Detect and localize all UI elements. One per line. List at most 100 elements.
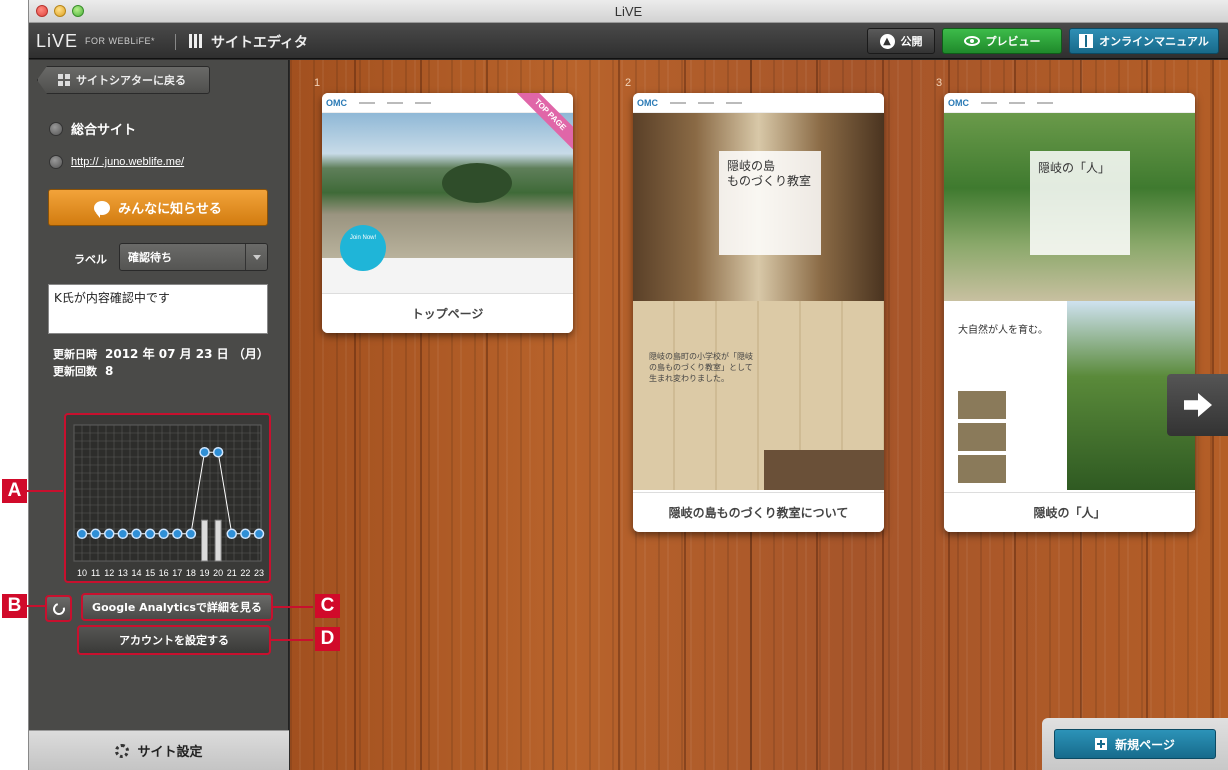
page-card-workshop[interactable]: OMC 隠岐の島 ものづくり教室 隠岐の島町の小学校が「隠岐の島ものづくり教室」… bbox=[633, 93, 884, 532]
eye-icon bbox=[963, 36, 980, 46]
site-name: 総合サイト bbox=[71, 123, 137, 138]
page-card-top[interactable]: OMC Join Now! TOP PAGE トップページ bbox=[322, 93, 573, 333]
site-name-row: 総合サイト bbox=[49, 119, 136, 138]
online-manual-button[interactable]: オンラインマニュアル bbox=[1069, 28, 1219, 54]
chart-tick-label: 11 bbox=[91, 568, 100, 578]
site-settings-button[interactable]: サイト設定 bbox=[29, 730, 289, 770]
access-chart-svg: 10 11 12 13 14 15 16 17 18 19 20 21 22 23 bbox=[73, 424, 265, 578]
chart-point bbox=[212, 446, 224, 458]
app-window: LiVE LiVE FOR WEBLiFE* サイトエディタ ▲ 公開 プレビュ… bbox=[28, 0, 1228, 770]
chart-point bbox=[117, 528, 129, 540]
page-thumbnail-people: OMC 隠岐の「人」 大自然が人を育む。 bbox=[944, 93, 1195, 490]
new-page-button[interactable]: 新規ページ bbox=[1054, 729, 1216, 759]
omc-logo: OMC bbox=[637, 97, 658, 108]
back-label: サイトシアターに戻る bbox=[76, 74, 186, 87]
updated-date-label: 更新日時 bbox=[53, 348, 97, 361]
chart-bar bbox=[201, 519, 209, 562]
label-select-value: 確認待ち bbox=[128, 251, 172, 264]
page-number-1: 1 bbox=[314, 77, 321, 89]
publish-icon: ▲ bbox=[879, 33, 895, 49]
notify-everyone-button[interactable]: みんなに知らせる bbox=[48, 189, 268, 226]
chart-tick-label: 12 bbox=[104, 568, 114, 578]
tree-shape bbox=[442, 163, 512, 203]
chart-tick-label: 22 bbox=[240, 568, 250, 578]
chart-tick-label: 13 bbox=[118, 568, 128, 578]
omc-logo: OMC bbox=[948, 97, 969, 108]
marker-a: A bbox=[2, 479, 27, 503]
chevron-down-icon bbox=[245, 244, 267, 270]
chart-tick-label: 17 bbox=[172, 568, 182, 578]
chart-point bbox=[199, 446, 210, 458]
forest-photo: 隠岐の「人」 bbox=[944, 113, 1195, 301]
title-bar: LiVE bbox=[29, 0, 1228, 23]
refresh-button[interactable] bbox=[45, 595, 72, 622]
publish-label: 公開 bbox=[900, 35, 923, 48]
book-icon bbox=[1079, 34, 1094, 48]
sidebar: サイトシアターに戻る 総合サイト http:// .juno.weblife.m… bbox=[29, 60, 289, 770]
site-settings-label: サイト設定 bbox=[137, 745, 203, 760]
speech-bubble-icon bbox=[94, 200, 111, 218]
chart-bar bbox=[214, 519, 222, 562]
chart-plot-area bbox=[73, 424, 262, 562]
marker-c-leader bbox=[273, 606, 313, 608]
marker-b-leader bbox=[27, 605, 45, 607]
page-caption-people: 隠岐の「人」 bbox=[944, 492, 1195, 532]
chart-point bbox=[131, 528, 142, 540]
workshop-overlay-sub: 隠岐の島町の小学校が「隠岐の島ものづくり教室」として生まれ変わりました。 bbox=[649, 352, 753, 383]
site-url-row: http:// .juno.weblife.me/ bbox=[49, 155, 184, 169]
account-settings-button[interactable]: アカウントを設定する bbox=[77, 625, 271, 655]
google-analytics-button[interactable]: Google Analyticsで詳細を見る bbox=[81, 593, 273, 621]
chart-point bbox=[103, 528, 115, 540]
chart-point bbox=[240, 528, 251, 540]
hero-photo: Join Now! bbox=[322, 113, 573, 271]
new-page-panel: 新規ページ bbox=[1042, 718, 1228, 770]
corridor-photo: 隠岐の島 ものづくり教室 bbox=[633, 113, 884, 301]
notify-label: みんなに知らせる bbox=[118, 202, 222, 217]
omc-logo: OMC bbox=[326, 97, 347, 108]
chart-point bbox=[172, 528, 183, 540]
preview-button[interactable]: プレビュー bbox=[942, 28, 1062, 54]
marker-b: B bbox=[2, 594, 27, 618]
access-chart: 10 11 12 13 14 15 16 17 18 19 20 21 22 23 bbox=[64, 413, 271, 583]
label-select[interactable]: 確認待ち bbox=[119, 243, 268, 271]
update-count-label: 更新回数 bbox=[53, 365, 97, 378]
refresh-icon bbox=[50, 600, 67, 617]
chart-point bbox=[253, 528, 265, 540]
chart-point bbox=[185, 528, 197, 540]
back-to-theater-button[interactable]: サイトシアターに戻る bbox=[37, 66, 210, 94]
chart-tick-label: 10 bbox=[77, 568, 87, 578]
preview-label: プレビュー bbox=[985, 35, 1041, 48]
chart-point bbox=[158, 528, 169, 540]
page-caption-top: トップページ bbox=[322, 293, 573, 333]
new-page-label: 新規ページ bbox=[1115, 737, 1175, 752]
thumbnail-stack bbox=[958, 391, 1006, 486]
update-count: 8 bbox=[105, 364, 114, 378]
site-url-link[interactable]: http:// .juno.weblife.me/ bbox=[71, 156, 184, 168]
label-caption: ラベル bbox=[74, 253, 107, 266]
next-pages-button[interactable] bbox=[1167, 374, 1228, 436]
page-card-people[interactable]: OMC 隠岐の「人」 大自然が人を育む。 隠岐の「人」 bbox=[944, 93, 1195, 532]
memo-textarea[interactable]: K氏が内容確認中です bbox=[48, 284, 268, 334]
chart-tick-label: 23 bbox=[254, 568, 264, 578]
arrow-right-icon bbox=[1184, 393, 1212, 417]
join-now-badge: Join Now! bbox=[340, 225, 386, 271]
url-globe-icon bbox=[49, 155, 63, 169]
people-overlay-title: 隠岐の「人」 bbox=[1030, 151, 1130, 255]
page-number-2: 2 bbox=[625, 77, 632, 89]
people-lower-panel: 大自然が人を育む。 bbox=[944, 301, 1195, 490]
thumb-header: OMC bbox=[633, 93, 884, 113]
chart-point bbox=[144, 528, 156, 540]
grid-icon bbox=[58, 74, 70, 86]
manual-label: オンラインマニュアル bbox=[1099, 35, 1209, 48]
update-info: 更新日時 2012 年 07 月 23 日 （月） 更新回数 8 bbox=[53, 346, 269, 380]
people-overlay-sub: 大自然が人を育む。 bbox=[958, 325, 1048, 336]
wood-panel: 隠岐の島町の小学校が「隠岐の島ものづくり教室」として生まれ変わりました。 bbox=[633, 301, 884, 490]
publish-button[interactable]: ▲ 公開 bbox=[867, 28, 935, 54]
site-editor-icon bbox=[189, 34, 203, 48]
chart-point bbox=[90, 528, 101, 540]
marker-d: D bbox=[315, 627, 340, 651]
chart-tick-label: 15 bbox=[145, 568, 155, 578]
app-toolbar: LiVE FOR WEBLiFE* サイトエディタ ▲ 公開 プレビュー オンラ… bbox=[29, 23, 1228, 59]
thumb-header: OMC bbox=[944, 93, 1195, 113]
chart-tick-label: 16 bbox=[159, 568, 169, 578]
